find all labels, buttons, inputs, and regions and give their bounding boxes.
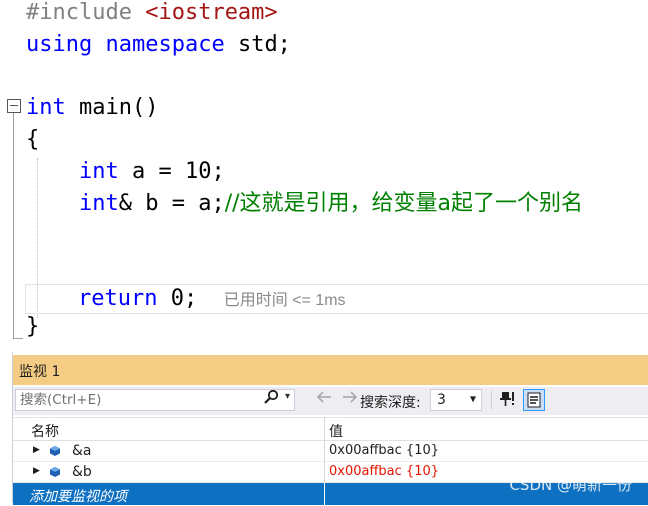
toolbar-divider xyxy=(491,391,492,409)
namespace-keyword: namespace xyxy=(105,32,225,57)
expand-arrow-icon[interactable]: ▶ xyxy=(33,445,40,455)
int-keyword: int xyxy=(79,191,119,216)
close-brace: } xyxy=(26,314,40,339)
code-line-decl-a: int a = 10; xyxy=(79,155,225,189)
watch-row-value[interactable]: 0x00affbac {10} xyxy=(329,443,439,458)
collapse-icon[interactable] xyxy=(7,99,21,113)
search-depth-label: 搜索深度: xyxy=(360,395,421,411)
column-divider xyxy=(324,483,325,505)
hex-display-button[interactable] xyxy=(523,389,545,411)
decl-b: & b = a; xyxy=(118,191,225,216)
perf-tip[interactable]: 已用时间 <= 1ms xyxy=(224,292,346,309)
grid-header: 名称 值 xyxy=(13,417,648,441)
forward-arrow-icon[interactable] xyxy=(341,389,359,409)
fold-guide-end xyxy=(13,338,23,339)
code-line-include: #include <iostream> xyxy=(26,0,278,30)
back-arrow-icon[interactable] xyxy=(315,389,333,409)
open-brace: { xyxy=(26,127,40,152)
watch-toolbar: ▾ 搜索深度: 3▼ xyxy=(13,387,648,415)
variable-icon xyxy=(50,467,60,477)
chevron-down-icon[interactable]: ▾ xyxy=(285,391,290,402)
column-header-name[interactable]: 名称 xyxy=(31,421,59,441)
column-header-value[interactable]: 值 xyxy=(329,421,343,441)
expand-arrow-icon[interactable]: ▶ xyxy=(33,466,40,476)
code-comment: //这就是引用，给变量a起了一个别名 xyxy=(224,191,584,216)
watch-row[interactable]: ▶ &a 0x00affbac {10} xyxy=(13,441,648,462)
watch-tab[interactable]: 监视 1 xyxy=(13,355,648,385)
include-header: <iostream> xyxy=(145,0,278,25)
search-depth-value: 3 xyxy=(437,392,446,408)
return-value: 0; xyxy=(157,286,198,311)
watch-row-name[interactable]: &b xyxy=(72,464,92,480)
decl-a: a = 10; xyxy=(118,159,225,184)
code-line-open-brace: { xyxy=(26,123,39,157)
watch-title: 监视 1 xyxy=(19,364,61,380)
code-line-close-brace: } xyxy=(26,310,39,344)
preprocessor-keyword: #include xyxy=(26,0,132,25)
chevron-down-icon: ▼ xyxy=(469,394,476,405)
pin-icon[interactable] xyxy=(499,390,517,412)
function-signature: main() xyxy=(65,95,159,120)
watermark-text: CSDN @萌新一份 xyxy=(509,476,632,494)
variable-icon xyxy=(50,446,60,456)
return-keyword: return xyxy=(78,286,158,311)
search-icon[interactable] xyxy=(263,389,279,409)
hex-display-icon xyxy=(527,392,541,408)
code-line-decl-b: int& b = a;//这就是引用，给变量a起了一个别名 xyxy=(79,187,583,221)
add-watch-placeholder[interactable]: 添加要监视的项 xyxy=(29,486,127,506)
using-keyword: using xyxy=(26,32,93,57)
int-keyword: int xyxy=(79,159,119,184)
search-depth-select[interactable]: 3 ▼ xyxy=(430,389,482,411)
watch-row-value[interactable]: 0x00affbac {10} xyxy=(329,464,439,479)
code-line-return: return 0; 已用时间 <= 1ms xyxy=(78,282,346,316)
search-input[interactable] xyxy=(20,391,255,409)
watch-row-name[interactable]: &a xyxy=(72,443,92,459)
fold-guide-line xyxy=(13,113,14,339)
namespace-name: std; xyxy=(224,32,291,57)
search-field[interactable] xyxy=(15,389,295,411)
code-editor[interactable]: #include <iostream> using namespace std;… xyxy=(0,0,648,352)
int-keyword: int xyxy=(26,95,66,120)
code-line-main: int main() xyxy=(26,91,158,125)
code-line-using: using namespace std; xyxy=(26,28,291,62)
